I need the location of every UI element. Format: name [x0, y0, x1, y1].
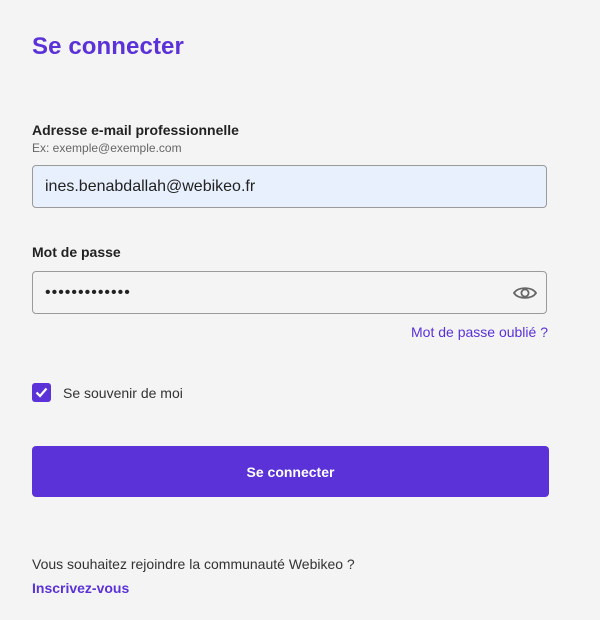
login-button[interactable]: Se connecter [32, 446, 549, 497]
eye-icon[interactable] [512, 280, 538, 306]
checkmark-icon [35, 387, 48, 398]
email-value: ines.benabdallah@webikeo.fr [45, 177, 256, 195]
remember-me[interactable]: Se souvenir de moi [32, 383, 183, 402]
email-label: Adresse e-mail professionnelle [32, 122, 239, 138]
remember-me-checkbox[interactable] [32, 383, 51, 402]
email-field[interactable]: ines.benabdallah@webikeo.fr [32, 165, 547, 208]
email-hint: Ex: exemple@exemple.com [32, 141, 182, 155]
remember-me-label: Se souvenir de moi [63, 384, 183, 401]
password-label: Mot de passe [32, 244, 121, 260]
forgot-password-link[interactable]: Mot de passe oublié ? [411, 324, 548, 340]
password-field[interactable]: ••••••••••••• [32, 271, 547, 314]
password-value: ••••••••••••• [45, 283, 131, 301]
signup-link[interactable]: Inscrivez-vous [32, 580, 129, 596]
join-prompt: Vous souhaitez rejoindre la communauté W… [32, 556, 355, 572]
page-title: Se connecter [32, 33, 184, 60]
